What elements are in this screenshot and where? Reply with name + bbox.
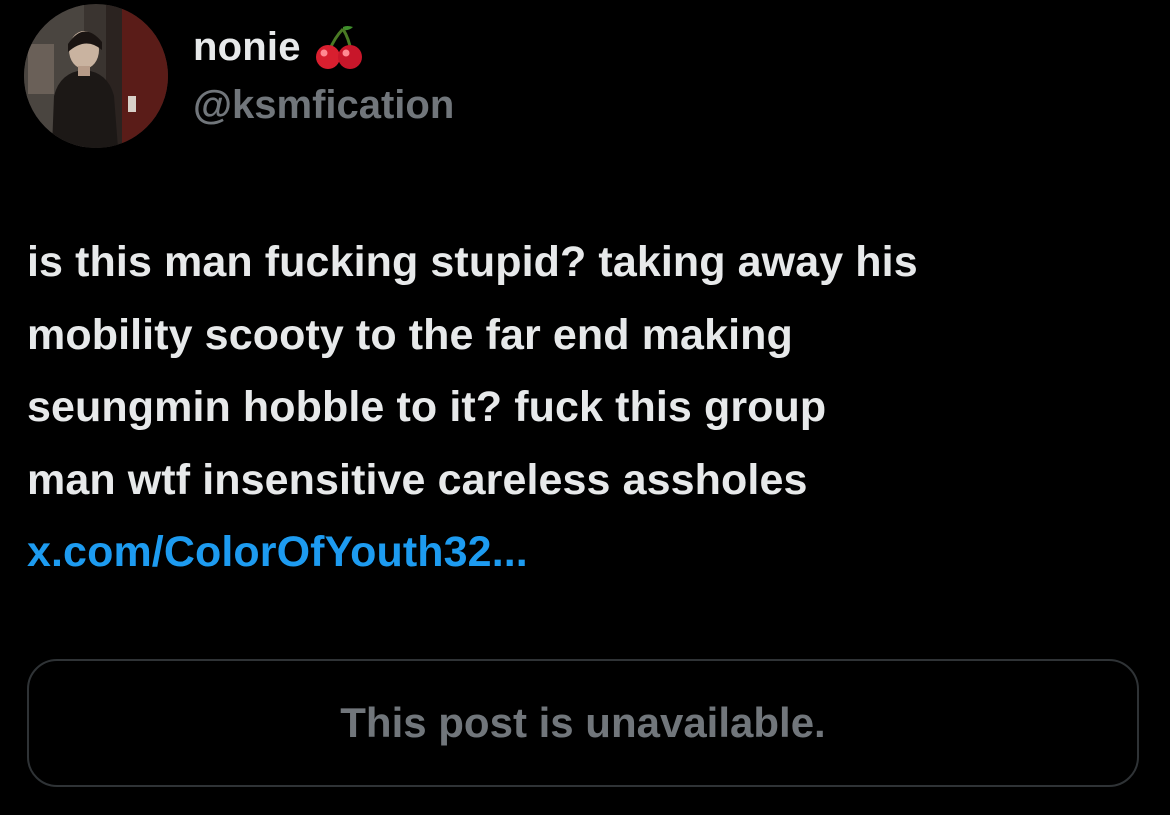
post-text-line: man wtf insensitive careless assholes (27, 455, 808, 504)
post-link[interactable]: x.com/ColorOfYouth32... (27, 516, 1147, 589)
unavailable-message: This post is unavailable. (340, 699, 826, 746)
author-display-name[interactable]: nonie (193, 22, 301, 72)
cherry-emoji-icon (313, 21, 365, 73)
post-text-line: mobility scooty to the far end making (27, 310, 793, 359)
author-name-row: nonie (193, 22, 365, 72)
avatar-photo (24, 4, 168, 148)
tweet: nonie @ksmfication is this man fucking s… (0, 0, 1170, 815)
post-text-line: is this man fucking stupid? taking away … (27, 238, 918, 286)
post-body: is this man fucking stupid? taking away … (27, 226, 1147, 589)
author-handle[interactable]: @ksmfication (193, 80, 454, 130)
quoted-post-unavailable-card: This post is unavailable. (27, 659, 1139, 787)
avatar[interactable] (24, 4, 168, 148)
post-text-line: seungmin hobble to it? fuck this group (27, 383, 827, 431)
